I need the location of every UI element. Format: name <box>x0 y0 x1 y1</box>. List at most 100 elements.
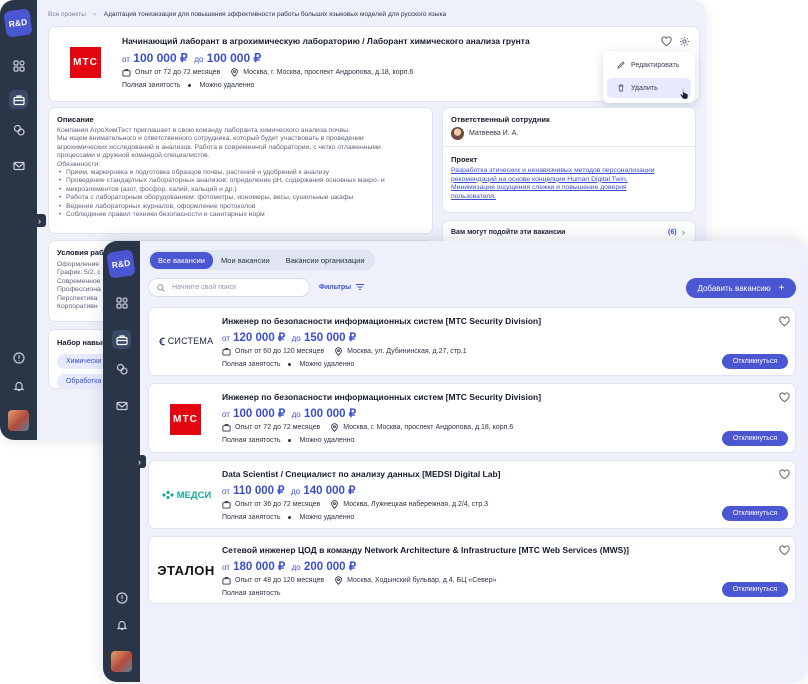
user-avatar[interactable] <box>111 651 132 672</box>
vacancy-card[interactable]: МТС Инженер по безопасности информационн… <box>148 383 796 453</box>
heart-icon[interactable] <box>661 36 672 47</box>
vacancy-experience: Опыт от 72 до 72 месяцев <box>135 69 221 76</box>
bell-icon[interactable] <box>9 376 28 395</box>
heart-icon[interactable] <box>779 469 790 480</box>
vacancy-title: Начинающий лаборант в агрохимическую лаб… <box>122 36 530 46</box>
location-pin-icon <box>331 500 339 509</box>
briefcase-icon <box>222 348 231 356</box>
briefcase-icon <box>122 69 131 77</box>
vacancy-terms-row: Полная занятость Можно удаленно <box>222 514 355 521</box>
vacancy-card[interactable]: МЕДСИ Data Scientist / Специалист по ана… <box>148 460 796 529</box>
projects-icon[interactable] <box>9 120 28 139</box>
apply-button[interactable]: Откликнуться <box>722 582 788 597</box>
gear-icon[interactable] <box>679 36 690 47</box>
project-title: Проект <box>451 155 478 164</box>
sidebar-toggle-icon[interactable]: › <box>33 214 46 227</box>
suggest-count: (6) <box>668 229 677 236</box>
app-logo[interactable]: R&D <box>106 249 136 279</box>
heart-icon[interactable] <box>779 316 790 327</box>
vacancy-actions-menu: Редактировать Удалить <box>603 51 695 103</box>
search-icon <box>157 283 165 292</box>
sidebar-toggle-icon[interactable]: › <box>133 455 146 468</box>
mail-icon[interactable] <box>112 396 131 415</box>
briefcase-icon <box>222 577 231 585</box>
vacancy-schedule: Можно удаленно <box>199 82 255 89</box>
breadcrumb-current: Адаптация тонизизации для повышения эффе… <box>103 11 447 18</box>
help-icon[interactable] <box>9 348 28 367</box>
conditions-text: Оформление График: 5/2, с Современное Пр… <box>57 261 101 311</box>
briefcase-icon <box>222 501 231 509</box>
location-pin-icon <box>231 68 239 77</box>
mts-logo: МТС <box>70 47 101 78</box>
vacancy-title[interactable]: Сетевой инженер ЦОД в команду Network Ar… <box>222 545 629 555</box>
tab-my-vacancies[interactable]: Мои вакансии <box>213 252 278 269</box>
menu-item-edit[interactable]: Редактировать <box>607 55 691 75</box>
add-vacancy-button[interactable]: Добавить вакансию + <box>686 278 796 298</box>
apply-button[interactable]: Откликнуться <box>722 431 788 446</box>
vacancies-list-window: R&D › Все вакансии Мои вакансии Вакансии… <box>103 241 806 682</box>
briefcase-icon <box>222 424 231 432</box>
briefcase-icon[interactable] <box>112 330 131 349</box>
project-link[interactable]: Разработка этических и ненавязчивых мето… <box>451 167 654 201</box>
tab-all-vacancies[interactable]: Все вакансии <box>150 251 213 269</box>
heart-icon[interactable] <box>779 545 790 556</box>
help-icon[interactable] <box>112 588 131 607</box>
tab-org-vacancies[interactable]: Вакансии организации <box>278 252 373 269</box>
vacancy-title[interactable]: Data Scientist / Специалист по анализу д… <box>222 469 500 479</box>
vacancy-terms-row: Полная занятость Можно удаленно <box>222 437 355 444</box>
apply-button[interactable]: Откликнуться <box>722 354 788 369</box>
user-avatar[interactable] <box>8 410 29 431</box>
skills-title: Набор навык <box>57 338 106 347</box>
vacancy-salary: от 100 000 ₽ до 100 000 ₽ <box>122 51 262 65</box>
projects-icon[interactable] <box>112 359 131 378</box>
vacancy-meta-row: Опыт от 72 до 72 месяцев Москва, г. Моск… <box>222 423 513 432</box>
suggest-label: Вам могут подойти эти вакансии <box>451 229 566 236</box>
etalon-logo: ЭТАЛОН <box>157 562 215 578</box>
vacancy-terms-row: Полная занятость <box>222 590 281 597</box>
vacancy-title[interactable]: Инженер по безопасности информационных с… <box>222 316 541 326</box>
location-pin-icon <box>331 423 339 432</box>
vacancy-salary: от 100 000 ₽ до 100 000 ₽ <box>222 408 357 420</box>
vacancy-salary: от 110 000 ₽ до 140 000 ₽ <box>222 485 356 497</box>
trash-icon <box>618 84 624 92</box>
heart-icon[interactable] <box>779 392 790 403</box>
filter-lines-icon <box>356 284 365 290</box>
vacancy-employment: Полная занятость <box>122 82 181 89</box>
vacancy-card[interactable]: ЭТАЛОН Сетевой инженер ЦОД в команду Net… <box>148 536 796 604</box>
responsible-title: Ответственный сотрудник <box>451 115 550 124</box>
employee-avatar <box>451 127 464 140</box>
app-logo[interactable]: R&D <box>3 8 33 38</box>
vacancy-meta-row: Опыт от 48 до 120 месяцев Москва, Ходынс… <box>222 576 497 585</box>
pencil-icon <box>617 61 625 69</box>
briefcase-icon[interactable] <box>9 90 28 109</box>
location-pin-icon <box>335 347 342 356</box>
employee-name[interactable]: Матвеева И. А. <box>469 130 518 137</box>
mts-logo: МТС <box>170 404 201 435</box>
vacancy-meta-row: Опыт от 72 до 72 месяцев Москва, г. Моск… <box>122 68 413 77</box>
sidebar: R&D <box>0 0 37 440</box>
search-input[interactable]: Начните свой поиск <box>148 278 310 297</box>
breadcrumb: Все проекты › Адаптация тонизизации для … <box>48 11 447 18</box>
plus-icon: + <box>778 282 785 294</box>
conditions-title: Условия рабо <box>57 248 109 257</box>
responsible-card: Ответственный сотрудник Матвеева И. А. П… <box>442 107 696 213</box>
breadcrumb-root[interactable]: Все проекты <box>48 11 86 18</box>
sistema-logo: СИСТЕМА <box>157 331 215 351</box>
vacancy-meta-row: Опыт от 60 до 120 месяцев Москва, ул. Ду… <box>222 347 467 356</box>
medsi-logo: МЕДСИ <box>156 485 216 505</box>
description-title: Описание <box>57 115 94 124</box>
vacancy-title[interactable]: Инженер по безопасности информационных с… <box>222 392 541 402</box>
vacancy-meta-row: Опыт от 36 до 72 месяцев Москва, Лужнецк… <box>222 500 488 509</box>
apply-button[interactable]: Откликнуться <box>722 506 788 521</box>
vacancy-location: Москва, г. Москва, проспект Андропова, д… <box>243 69 414 76</box>
vacancy-terms-row: Полная занятость Можно удаленно <box>122 82 254 89</box>
grid-icon[interactable] <box>112 293 131 312</box>
vacancy-salary: от 120 000 ₽ до 150 000 ₽ <box>222 332 357 344</box>
vacancy-card[interactable]: СИСТЕМА Инженер по безопасности информац… <box>148 307 796 376</box>
grid-icon[interactable] <box>9 56 28 75</box>
filters-button[interactable]: Фильтры <box>319 283 365 291</box>
bell-icon[interactable] <box>112 615 131 634</box>
mail-icon[interactable] <box>9 156 28 175</box>
vacancy-salary: от 180 000 ₽ до 200 000 ₽ <box>222 561 357 573</box>
description-text: Компания АгроХимТест приглашает в свою к… <box>57 127 429 220</box>
